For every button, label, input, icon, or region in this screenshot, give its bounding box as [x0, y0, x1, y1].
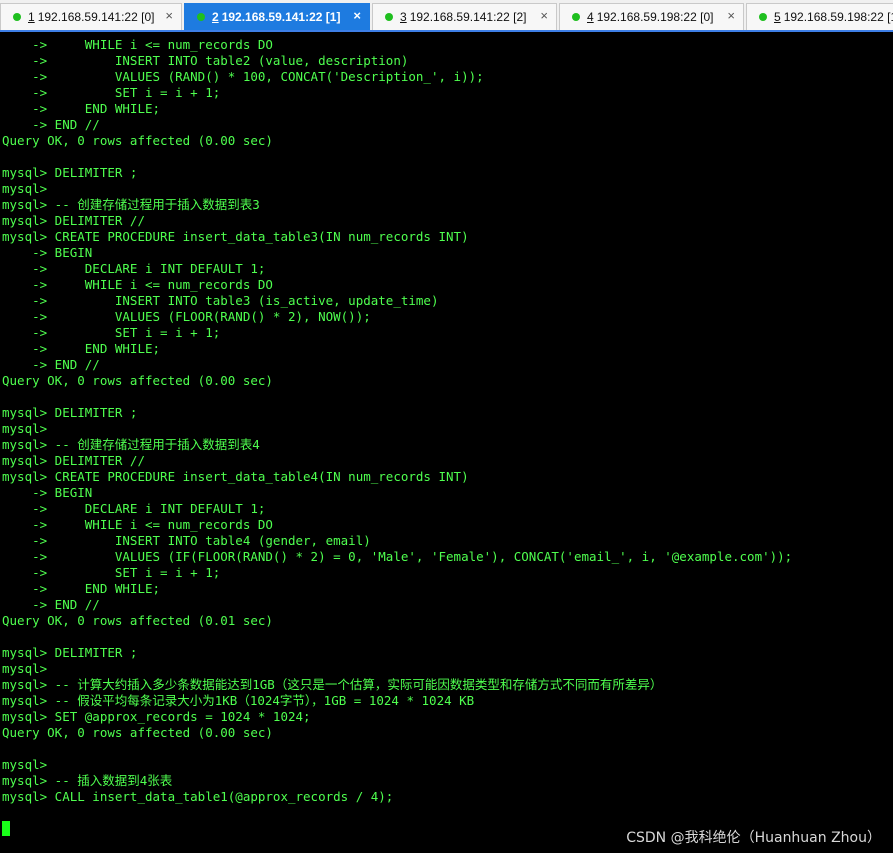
terminal-line: -> SET i = i + 1;: [2, 565, 221, 580]
terminal-line: -> WHILE i <= num_records DO: [2, 277, 273, 292]
terminal-line: -> DECLARE i INT DEFAULT 1;: [2, 261, 266, 276]
terminal-line: mysql> SET @approx_records = 1024 * 1024…: [2, 709, 311, 724]
close-icon[interactable]: ×: [540, 9, 548, 23]
terminal-line: -> INSERT INTO table2 (value, descriptio…: [2, 53, 409, 68]
terminal-line: -> VALUES (FLOOR(RAND() * 2), NOW());: [2, 309, 371, 324]
terminal-output[interactable]: -> WHILE i <= num_records DO -> INSERT I…: [0, 32, 893, 853]
terminal-line: mysql> -- 计算大约插入多少条数据能达到1GB（这只是一个估算，实际可能…: [2, 677, 663, 692]
close-icon[interactable]: ×: [727, 9, 735, 23]
terminal-line: mysql> -- 插入数据到4张表: [2, 773, 173, 788]
terminal-line: -> WHILE i <= num_records DO: [2, 517, 273, 532]
connected-status-icon: [13, 13, 21, 21]
tab-session-1[interactable]: 1 192.168.59.141:22 [0] ×: [0, 3, 182, 30]
tab-label: 192.168.59.198:22 [0]: [596, 10, 714, 24]
terminal-line: mysql> DELIMITER //: [2, 453, 145, 468]
terminal-line: -> SET i = i + 1;: [2, 85, 221, 100]
terminal-line: mysql> CALL insert_data_table1(@approx_r…: [2, 789, 394, 804]
tab-label: 192.168.59.141:22 [1]: [221, 10, 341, 24]
tab-number: 4: [587, 10, 594, 24]
terminal-line: -> VALUES (IF(FLOOR(RAND() * 2) = 0, 'Ma…: [2, 549, 793, 564]
close-icon[interactable]: ×: [165, 9, 173, 23]
terminal-line: mysql> -- 创建存储过程用于插入数据到表3: [2, 197, 260, 212]
session-tab-bar: 1 192.168.59.141:22 [0] × 2 192.168.59.1…: [0, 0, 893, 32]
tab-number: 3: [400, 10, 407, 24]
terminal-line: Query OK, 0 rows affected (0.00 sec): [2, 725, 273, 740]
connected-status-icon: [572, 13, 580, 21]
terminal-line: mysql> DELIMITER //: [2, 213, 145, 228]
tab-session-2[interactable]: 2 192.168.59.141:22 [1] ×: [184, 3, 370, 30]
tab-session-5[interactable]: 5 192.168.59.198:22 [1]: [746, 3, 893, 30]
terminal-line: mysql>: [2, 421, 48, 436]
tab-label: 192.168.59.141:22 [0]: [37, 10, 155, 24]
terminal-line: mysql> DELIMITER ;: [2, 165, 138, 180]
terminal-line: mysql>: [2, 661, 48, 676]
terminal-line: -> END //: [2, 357, 100, 372]
terminal-line: -> WHILE i <= num_records DO: [2, 37, 273, 52]
terminal-line: -> DECLARE i INT DEFAULT 1;: [2, 501, 266, 516]
terminal-line: mysql>: [2, 757, 48, 772]
terminal-line: Query OK, 0 rows affected (0.00 sec): [2, 373, 273, 388]
terminal-line: -> END //: [2, 597, 100, 612]
terminal-line: -> SET i = i + 1;: [2, 325, 221, 340]
terminal-line: -> INSERT INTO table4 (gender, email): [2, 533, 371, 548]
tab-number: 2: [212, 10, 219, 24]
connected-status-icon: [197, 13, 205, 21]
terminal-cursor: [2, 821, 10, 836]
terminal-line: -> END WHILE;: [2, 341, 161, 356]
terminal-line: -> END WHILE;: [2, 581, 161, 596]
terminal-line: -> END WHILE;: [2, 101, 161, 116]
terminal-line: -> END //: [2, 117, 100, 132]
connected-status-icon: [759, 13, 767, 21]
tab-session-4[interactable]: 4 192.168.59.198:22 [0] ×: [559, 3, 744, 30]
tab-number: 5: [774, 10, 781, 24]
terminal-line: -> BEGIN: [2, 485, 93, 500]
terminal-line: mysql> DELIMITER ;: [2, 405, 138, 420]
terminal-line: mysql>: [2, 181, 48, 196]
terminal-line: Query OK, 0 rows affected (0.01 sec): [2, 613, 273, 628]
terminal-line: mysql> CREATE PROCEDURE insert_data_tabl…: [2, 469, 469, 484]
connected-status-icon: [385, 13, 393, 21]
terminal-line: Query OK, 0 rows affected (0.00 sec): [2, 133, 273, 148]
terminal-line: mysql> -- 创建存储过程用于插入数据到表4: [2, 437, 260, 452]
terminal-app-window: 1 192.168.59.141:22 [0] × 2 192.168.59.1…: [0, 0, 893, 853]
terminal-line: mysql> DELIMITER ;: [2, 645, 138, 660]
tab-label: 192.168.59.198:22 [1]: [783, 10, 893, 24]
terminal-line: mysql> -- 假设平均每条记录大小为1KB（1024字节），1GB = 1…: [2, 693, 475, 708]
terminal-lines: -> WHILE i <= num_records DO -> INSERT I…: [2, 37, 792, 805]
close-icon[interactable]: ×: [353, 9, 361, 23]
terminal-line: mysql> CREATE PROCEDURE insert_data_tabl…: [2, 229, 469, 244]
terminal-line: -> VALUES (RAND() * 100, CONCAT('Descrip…: [2, 69, 484, 84]
tab-number: 1: [28, 10, 35, 24]
terminal-line: -> BEGIN: [2, 245, 93, 260]
watermark: CSDN @我科绝伦（Huanhuan Zhou）: [626, 830, 881, 846]
terminal-line: -> INSERT INTO table3 (is_active, update…: [2, 293, 439, 308]
tab-label: 192.168.59.141:22 [2]: [409, 10, 527, 24]
tab-session-3[interactable]: 3 192.168.59.141:22 [2] ×: [372, 3, 557, 30]
